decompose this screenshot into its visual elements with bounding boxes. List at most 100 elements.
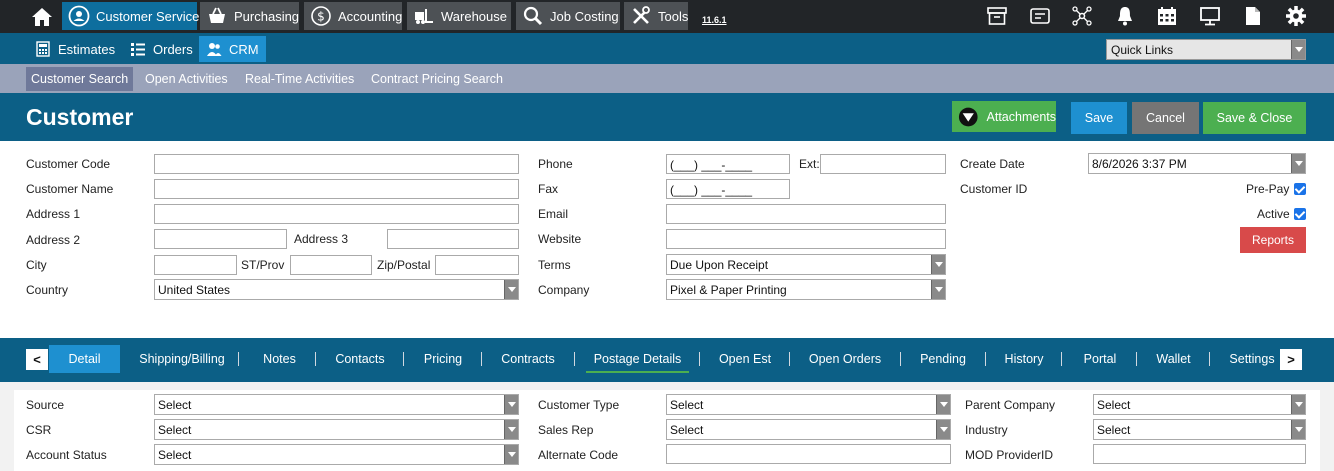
- tab-pricing[interactable]: Pricing: [418, 345, 468, 373]
- document-icon[interactable]: [1242, 5, 1264, 27]
- tab-postage-details[interactable]: Postage Details: [586, 345, 689, 373]
- quick-links-value: Quick Links: [1111, 43, 1174, 57]
- st-prov-input[interactable]: [290, 255, 372, 275]
- parent-company-label: Parent Company: [965, 398, 1056, 412]
- city-label: City: [26, 258, 47, 272]
- email-input[interactable]: [666, 204, 946, 224]
- module-tools[interactable]: Tools: [624, 2, 688, 30]
- chevron-down-icon: [504, 395, 518, 414]
- account-status-select[interactable]: Select: [154, 444, 519, 465]
- cancel-button[interactable]: Cancel: [1132, 102, 1199, 134]
- module-customer-service[interactable]: Customer Service: [62, 2, 200, 30]
- subnav-label: Estimates: [58, 41, 116, 57]
- account-status-label: Account Status: [26, 448, 107, 462]
- archive-icon[interactable]: [986, 5, 1008, 27]
- website-label: Website: [538, 232, 582, 246]
- tab-history[interactable]: History: [1000, 345, 1048, 373]
- forklift-icon: [415, 9, 433, 24]
- module-label: Job Costing: [550, 8, 619, 24]
- fax-input[interactable]: (___) ___-____: [666, 179, 790, 199]
- address2-input[interactable]: [154, 229, 287, 249]
- reports-button[interactable]: Reports: [1240, 227, 1306, 253]
- customer-type-label: Customer Type: [538, 398, 620, 412]
- module-warehouse[interactable]: Warehouse: [407, 2, 511, 30]
- tert-open-activities[interactable]: Open Activities: [140, 67, 233, 91]
- calendar-icon[interactable]: [1156, 5, 1178, 27]
- network-icon[interactable]: [1071, 5, 1093, 27]
- create-date-select[interactable]: 8/6/2026 3:37 PM: [1088, 153, 1306, 174]
- sales-rep-select[interactable]: Select: [666, 419, 951, 440]
- bell-icon[interactable]: [1114, 5, 1136, 27]
- tert-customer-search[interactable]: Customer Search: [26, 67, 134, 91]
- save-close-button[interactable]: Save & Close: [1203, 102, 1306, 134]
- tools-icon: [633, 6, 650, 24]
- save-button[interactable]: Save: [1071, 102, 1127, 134]
- tab-bar: < Detail Shipping/Billing Notes Contacts…: [0, 338, 1334, 382]
- tab-separator: [403, 352, 404, 366]
- tert-real-time-activities[interactable]: Real-Time Activities: [240, 67, 359, 91]
- tab-open-orders[interactable]: Open Orders: [804, 345, 886, 373]
- tab-pending[interactable]: Pending: [915, 345, 971, 373]
- account-status-value: Select: [158, 448, 192, 462]
- tab-shipping-billing[interactable]: Shipping/Billing: [134, 345, 230, 373]
- monitor-icon[interactable]: [1199, 5, 1221, 27]
- version-label[interactable]: 11.6.1: [702, 15, 727, 25]
- id-card-icon[interactable]: [1029, 5, 1051, 27]
- module-purchasing[interactable]: Purchasing: [200, 2, 299, 30]
- tab-prev-button[interactable]: <: [26, 349, 48, 370]
- city-input[interactable]: [154, 255, 237, 275]
- subnav-crm[interactable]: CRM: [199, 36, 266, 62]
- tab-wallet[interactable]: Wallet: [1151, 345, 1196, 373]
- zip-input[interactable]: [435, 255, 519, 275]
- tert-contract-pricing-search[interactable]: Contract Pricing Search: [366, 67, 508, 91]
- csr-select[interactable]: Select: [154, 419, 519, 440]
- chevron-down-icon: [1291, 420, 1305, 439]
- tab-separator: [574, 352, 575, 366]
- customer-code-label: Customer Code: [26, 157, 111, 171]
- subnav-orders[interactable]: Orders: [123, 36, 200, 62]
- email-label: Email: [538, 207, 569, 221]
- module-accounting[interactable]: $ Accounting: [304, 2, 402, 30]
- active-checkbox[interactable]: [1294, 208, 1306, 220]
- customer-code-input[interactable]: [154, 154, 519, 174]
- gear-icon[interactable]: [1285, 5, 1307, 27]
- ext-label: Ext:: [799, 157, 820, 171]
- mod-provider-input[interactable]: [1093, 444, 1306, 464]
- home-icon[interactable]: [30, 6, 54, 28]
- parent-company-select[interactable]: Select: [1093, 394, 1306, 415]
- tab-separator: [985, 352, 986, 366]
- quick-links-select[interactable]: Quick Links: [1106, 39, 1306, 60]
- alternate-code-input[interactable]: [666, 444, 951, 464]
- tab-portal[interactable]: Portal: [1076, 345, 1124, 373]
- terms-select[interactable]: Due Upon Receipt: [666, 254, 946, 275]
- zip-label: Zip/Postal: [377, 258, 431, 272]
- module-job-costing[interactable]: Job Costing: [516, 2, 620, 30]
- address3-input[interactable]: [387, 229, 519, 249]
- ext-input[interactable]: [820, 154, 946, 174]
- tab-open-est[interactable]: Open Est: [714, 345, 776, 373]
- attachments-button[interactable]: Attachments: [952, 101, 1056, 132]
- subnav-estimates[interactable]: Estimates: [28, 36, 122, 62]
- company-select[interactable]: Pixel & Paper Printing: [666, 279, 946, 300]
- country-select[interactable]: United States: [154, 279, 519, 300]
- prepay-checkbox[interactable]: [1294, 183, 1306, 195]
- tab-settings[interactable]: Settings: [1224, 345, 1280, 373]
- website-input[interactable]: [666, 229, 946, 249]
- tab-separator: [238, 352, 239, 366]
- tab-notes[interactable]: Notes: [257, 345, 302, 373]
- tab-contracts[interactable]: Contracts: [496, 345, 560, 373]
- chevron-down-icon: [931, 280, 945, 299]
- address1-input[interactable]: [154, 204, 519, 224]
- customer-type-select[interactable]: Select: [666, 394, 951, 415]
- customer-name-input[interactable]: [154, 179, 519, 199]
- industry-select[interactable]: Select: [1093, 419, 1306, 440]
- module-label: Customer Service: [96, 8, 200, 24]
- active-label: Active: [1257, 207, 1290, 221]
- tab-next-button[interactable]: >: [1280, 349, 1302, 370]
- module-label: Purchasing: [234, 8, 300, 24]
- dollar-icon: $: [311, 6, 331, 26]
- source-select[interactable]: Select: [154, 394, 519, 415]
- tab-detail[interactable]: Detail: [49, 345, 120, 373]
- tab-contacts[interactable]: Contacts: [330, 345, 390, 373]
- phone-input[interactable]: (___) ___-____: [666, 154, 790, 174]
